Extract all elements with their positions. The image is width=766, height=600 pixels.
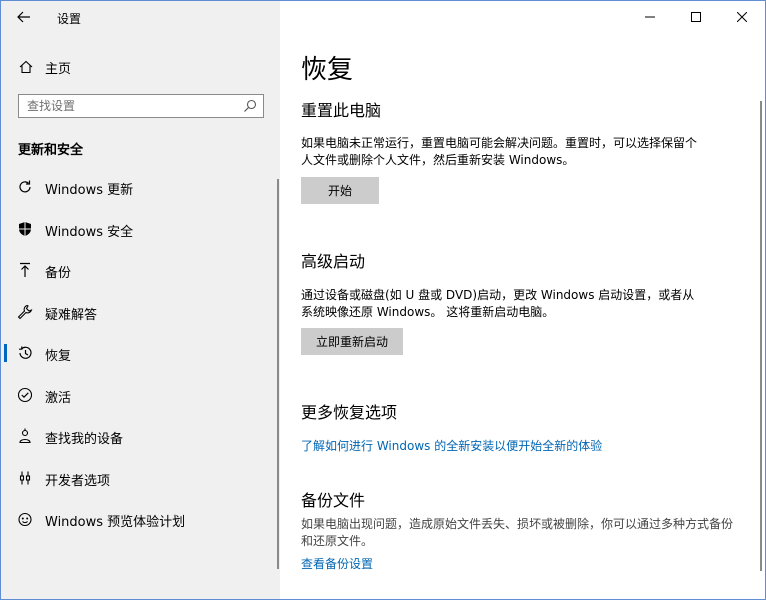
more-recovery-options-heading: 更多恢复选项 [301,403,398,422]
sidebar-home-label: 主页 [45,62,72,77]
get-started-button[interactable]: 开始 [301,177,379,204]
titlebar-left: 设置 [1,1,280,33]
minimize-icon [645,16,655,18]
fresh-install-link[interactable]: 了解如何进行 Windows 的全新安装以便开始全新的体验 [301,437,602,454]
advanced-startup-description: 通过设备或磁盘(如 U 盘或 DVD)启动，更改 Windows 启动设置，或者… [301,288,695,319]
search-box [18,94,264,118]
sidebar-item-find-my-device[interactable]: 查找我的设备 [1,416,280,458]
person-pin-icon [17,428,33,444]
sidebar-item-backup[interactable]: 备份 [1,250,280,292]
sidebar-item-label: Windows 更新 [45,183,134,198]
sidebar-scrollbar[interactable] [277,179,279,569]
sidebar-item-label: 备份 [45,266,72,281]
sidebar-item-label: Windows 安全 [45,224,134,240]
close-icon [737,12,747,22]
sidebar-item-activation[interactable]: 激活 [1,375,280,417]
wrench-icon [17,304,33,320]
insider-icon [17,511,33,527]
search-input[interactable] [27,97,237,115]
upload-arrow-icon [17,262,33,278]
backup-settings-link[interactable]: 查看备份设置 [301,555,373,572]
sidebar-item-label: Windows 预览体验计划 [45,515,186,530]
search-icon[interactable] [243,99,257,113]
backup-files-description: 如果电脑出现问题，造成原始文件丢失、损坏或被删除，你可以通过多种方式备份和还原文… [301,517,734,548]
sidebar-item-label: 激活 [45,390,72,406]
developer-icon [17,470,33,486]
sidebar-item-label: 疑难解答 [45,307,98,323]
check-circle-icon [17,387,33,403]
sidebar-item-label: 恢复 [45,349,72,364]
sidebar: 设置 主页 更新和安全 W [1,1,280,599]
sidebar-item-windows-update[interactable]: Windows 更新 [1,167,280,209]
sidebar-item-developer-options[interactable]: 开发者选项 [1,458,280,500]
minimize-button[interactable] [627,1,673,33]
sidebar-item-troubleshoot[interactable]: 疑难解答 [1,292,280,334]
close-button[interactable] [719,1,765,33]
sidebar-item-label: 开发者选项 [45,473,111,489]
page-title: 恢复 [301,55,354,85]
sidebar-item-label: 查找我的设备 [45,432,124,447]
sidebar-item-windows-security[interactable]: Windows 安全 [1,209,280,251]
main-scrollbar[interactable] [760,101,762,571]
refresh-icon [17,179,33,195]
sidebar-item-recovery[interactable]: 恢复 [1,333,280,375]
restart-now-button[interactable]: 立即重新启动 [301,328,403,355]
sidebar-item-home[interactable]: 主页 [1,53,280,81]
back-button[interactable] [15,8,33,26]
advanced-startup-heading: 高级启动 [301,252,366,271]
sidebar-section-heading: 更新和安全 [18,143,84,158]
main-pane: 恢复 重置此电脑 如果电脑未正常运行，重置电脑可能会解决问题。重置时，可以选择保… [280,1,765,599]
maximize-icon [691,12,701,22]
maximize-button[interactable] [673,1,719,33]
history-icon [17,345,33,361]
home-icon [19,60,33,74]
window-title: 设置 [57,12,82,26]
shield-icon [17,221,33,237]
window-controls [627,1,765,33]
backup-files-heading: 备份文件 [301,491,366,510]
sidebar-item-windows-insider[interactable]: Windows 预览体验计划 [1,499,280,541]
reset-pc-heading: 重置此电脑 [301,101,382,120]
sidebar-nav: Windows 更新 Windows 安全 备份 疑难解答 恢复 激活 查找我的… [1,167,280,541]
reset-pc-description: 如果电脑未正常运行，重置电脑可能会解决问题。重置时，可以选择保留个人文件或删除个… [301,136,698,167]
settings-window: 设置 主页 更新和安全 W [0,0,766,600]
back-arrow-icon [17,11,30,23]
